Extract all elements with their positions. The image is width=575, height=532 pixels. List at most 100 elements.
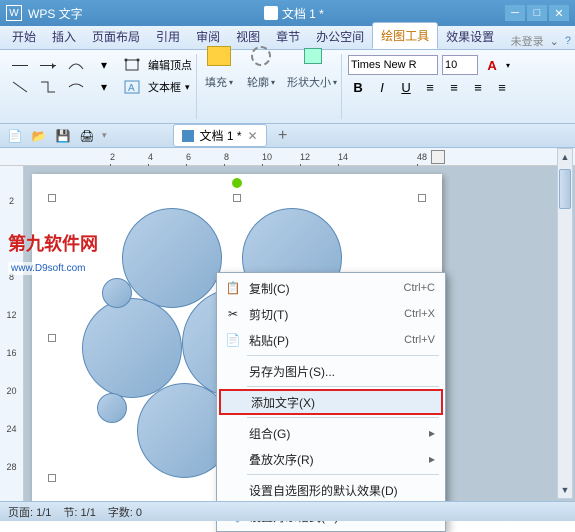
ribbon-font-group: A ▾ B I U ≡ ≡ ≡ ≡ xyxy=(344,54,516,119)
connector-tool-3[interactable] xyxy=(64,76,88,98)
menu-shortcut: Ctrl+C xyxy=(404,282,435,294)
line-tool[interactable] xyxy=(8,54,32,76)
doc-tab-close[interactable]: ✕ xyxy=(248,129,258,143)
help-icon[interactable]: ? xyxy=(565,35,571,47)
resize-handle[interactable] xyxy=(48,334,56,342)
status-page: 页面: 1/1 xyxy=(8,504,51,520)
tab-start[interactable]: 开始 xyxy=(4,24,44,49)
watermark-text: 第九软件网 xyxy=(8,230,98,256)
fill-label: 填充 xyxy=(205,74,227,90)
vertical-ruler[interactable]: 2 4 8 12 16 20 24 28 xyxy=(0,166,24,506)
submenu-arrow-icon: ▸ xyxy=(429,452,435,466)
tab-references[interactable]: 引用 xyxy=(148,24,188,49)
ruler-tick: 4 xyxy=(148,152,186,162)
shape-circle[interactable] xyxy=(102,278,132,308)
menu-set-default[interactable]: 设置自选图形的默认效果(D) xyxy=(219,477,443,503)
connector-tool-2[interactable] xyxy=(36,76,60,98)
ruler-tick: 14 xyxy=(338,152,376,162)
rotate-handle[interactable] xyxy=(232,178,242,188)
app-icon: W xyxy=(6,5,22,21)
align-center-button[interactable]: ≡ xyxy=(444,77,464,97)
menu-separator xyxy=(247,417,439,418)
textbox-dropdown[interactable]: ▾ xyxy=(185,82,190,93)
minimize-button[interactable]: ─ xyxy=(505,5,525,21)
menu-label: 复制(C) xyxy=(249,280,290,297)
shape-circle[interactable] xyxy=(82,298,182,398)
new-doc-button[interactable]: 📄 xyxy=(6,127,24,145)
font-size-select[interactable] xyxy=(442,55,478,75)
ruler-tick: 2 xyxy=(110,152,148,162)
resize-handle[interactable] xyxy=(418,194,426,202)
shapes-more[interactable]: ▾ xyxy=(92,76,116,98)
menu-cut[interactable]: ✂ 剪切(T) Ctrl+X xyxy=(219,301,443,327)
ruler-tick: 8 xyxy=(224,152,262,162)
outline-button[interactable] xyxy=(245,40,277,72)
align-right-button[interactable]: ≡ xyxy=(468,77,488,97)
tab-drawing-tools[interactable]: 绘图工具 xyxy=(372,22,438,49)
menu-separator xyxy=(247,386,439,387)
login-status[interactable]: 未登录 xyxy=(511,33,544,49)
connector-tool-1[interactable] xyxy=(8,76,32,98)
doc-title-text: 文档 1 * xyxy=(282,5,324,22)
menu-label: 剪切(T) xyxy=(249,306,288,323)
maximize-button[interactable]: □ xyxy=(527,5,547,21)
shape-size-button[interactable] xyxy=(296,40,328,72)
close-button[interactable]: ✕ xyxy=(549,5,569,21)
menu-paste[interactable]: 📄 粘贴(P) Ctrl+V xyxy=(219,327,443,353)
italic-button[interactable]: I xyxy=(372,77,392,97)
ruler-marker[interactable] xyxy=(431,150,445,164)
menu-label: 另存为图片(S)... xyxy=(249,363,335,380)
textbox-icon[interactable]: A xyxy=(120,76,144,98)
titlebar: W WPS 文字 文档 1 * ─ □ ✕ xyxy=(0,0,575,26)
submenu-arrow-icon: ▸ xyxy=(429,426,435,440)
resize-handle[interactable] xyxy=(48,474,56,482)
fill-button[interactable] xyxy=(203,40,235,72)
cut-icon: ✂ xyxy=(225,306,241,322)
menu-label: 粘贴(P) xyxy=(249,332,289,349)
bold-button[interactable]: B xyxy=(348,77,368,97)
context-menu: 📋 复制(C) Ctrl+C ✂ 剪切(T) Ctrl+X 📄 粘贴(P) Ct… xyxy=(216,272,446,532)
textbox-label[interactable]: 文本框 xyxy=(148,79,181,95)
menu-order[interactable]: 叠放次序(R) ▸ xyxy=(219,446,443,472)
quick-access-bar: 📄 📂 💾 🖨 ▾ 文档 1 * ✕ + xyxy=(0,124,575,148)
curve-tool[interactable] xyxy=(64,54,88,76)
resize-handle[interactable] xyxy=(233,194,241,202)
tab-effect-settings[interactable]: 效果设置 xyxy=(438,24,502,49)
edit-vertex-icon[interactable] xyxy=(120,54,144,76)
menu-add-text[interactable]: 添加文字(X) xyxy=(219,389,443,415)
svg-text:A: A xyxy=(128,83,135,94)
edit-vertex-label: 编辑顶点 xyxy=(148,57,192,73)
font-color-dropdown[interactable]: ▾ xyxy=(506,61,510,70)
add-tab-button[interactable]: + xyxy=(273,126,293,146)
shape-circle[interactable] xyxy=(122,208,222,308)
font-name-select[interactable] xyxy=(348,55,438,75)
print-button[interactable]: 🖨 xyxy=(78,127,96,145)
menu-label: 组合(G) xyxy=(249,425,290,442)
save-button[interactable]: 💾 xyxy=(54,127,72,145)
underline-button[interactable]: U xyxy=(396,77,416,97)
arrow-tool[interactable] xyxy=(36,54,60,76)
menu-save-as-image[interactable]: 另存为图片(S)... xyxy=(219,358,443,384)
ruler-tick: 10 xyxy=(262,152,300,162)
ribbon-collapse-icon[interactable]: ⌄ xyxy=(550,35,559,48)
document-tab[interactable]: 文档 1 * ✕ xyxy=(173,124,267,147)
scroll-thumb[interactable] xyxy=(559,169,571,209)
open-button[interactable]: 📂 xyxy=(30,127,48,145)
shape-circle[interactable] xyxy=(97,393,127,423)
resize-handle[interactable] xyxy=(48,194,56,202)
vertical-scrollbar[interactable]: ▲ ▼ xyxy=(557,148,573,499)
scroll-up-icon[interactable]: ▲ xyxy=(558,149,572,165)
tab-insert[interactable]: 插入 xyxy=(44,24,84,49)
qa-dropdown[interactable]: ▾ xyxy=(102,130,107,141)
paste-icon: 📄 xyxy=(225,332,241,348)
scroll-down-icon[interactable]: ▼ xyxy=(558,482,572,498)
align-left-button[interactable]: ≡ xyxy=(420,77,440,97)
tab-page-layout[interactable]: 页面布局 xyxy=(84,24,148,49)
ruler-tick: 12 xyxy=(6,310,16,348)
menu-copy[interactable]: 📋 复制(C) Ctrl+C xyxy=(219,275,443,301)
font-color-button[interactable]: A xyxy=(482,55,502,75)
align-justify-button[interactable]: ≡ xyxy=(492,77,512,97)
shapes-dropdown[interactable]: ▾ xyxy=(92,54,116,76)
horizontal-ruler[interactable]: 2 4 6 8 10 12 14 48 xyxy=(0,148,575,166)
menu-group[interactable]: 组合(G) ▸ xyxy=(219,420,443,446)
